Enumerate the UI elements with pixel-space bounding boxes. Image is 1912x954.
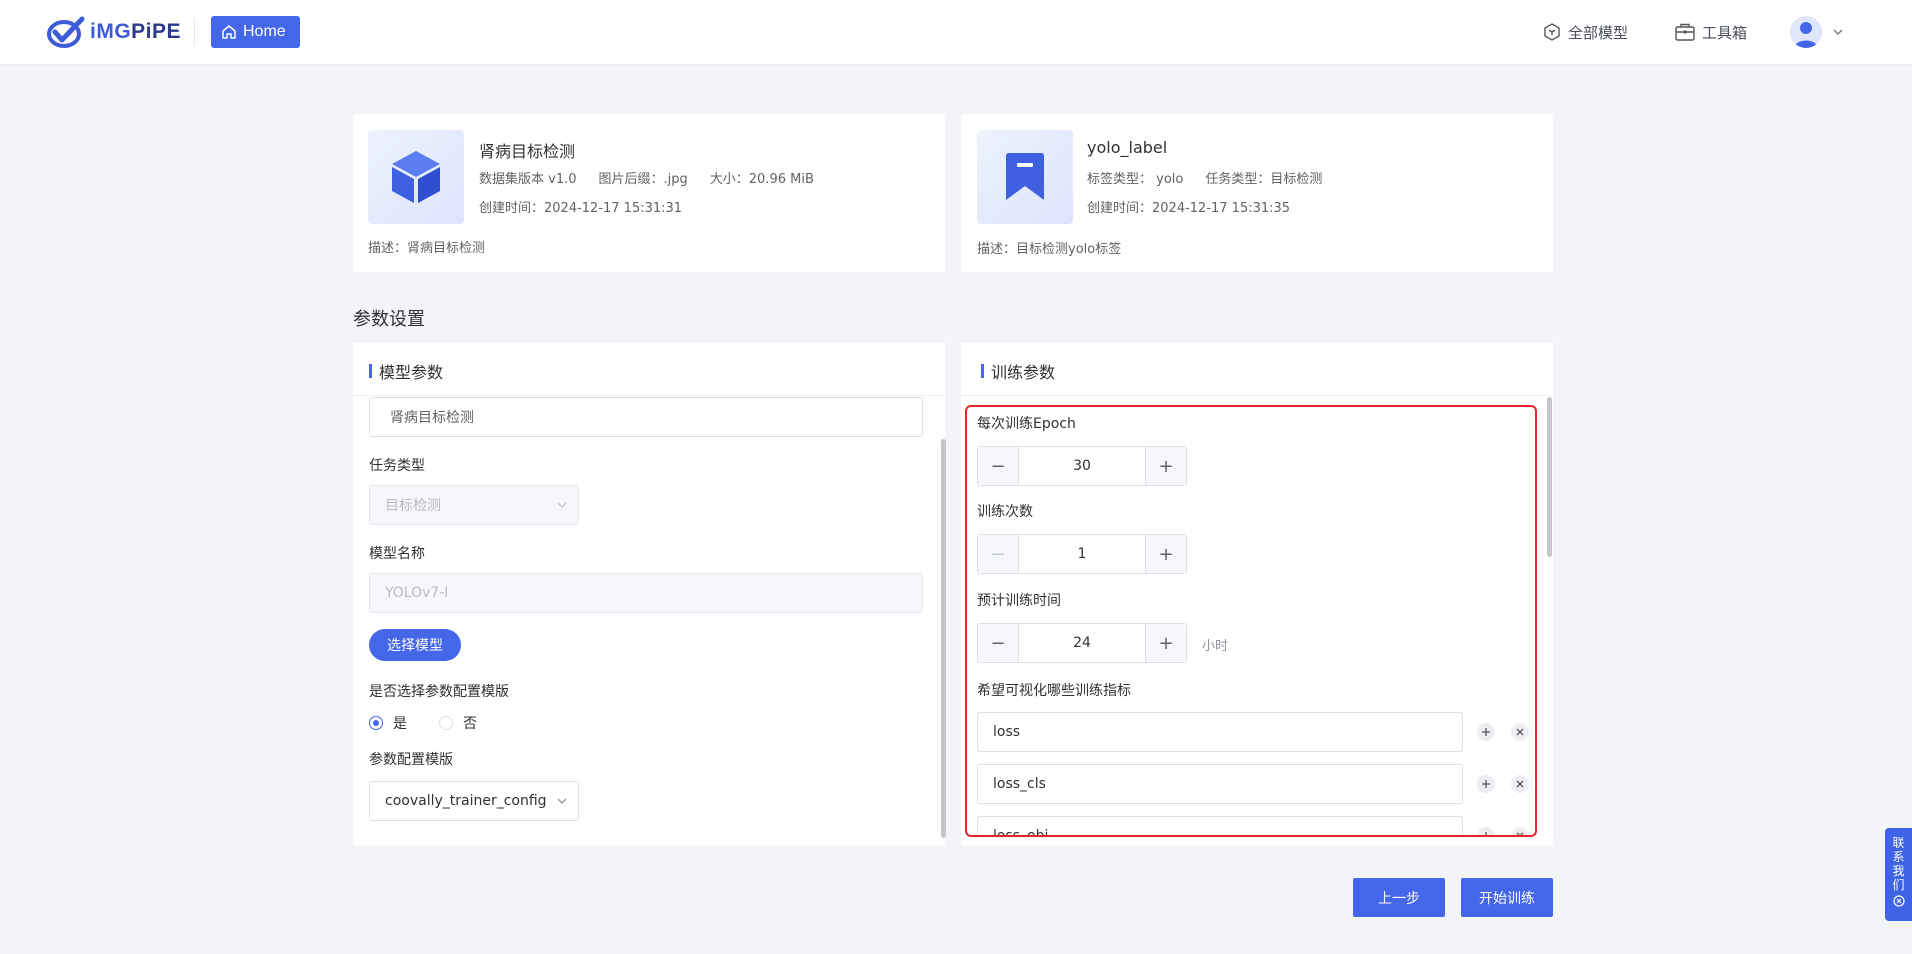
model-name-input[interactable]: 肾病目标检测	[369, 397, 923, 437]
logo-text: iMGPiPE	[90, 20, 182, 43]
contact-us-tab[interactable]: 联 系 我 们	[1885, 828, 1912, 921]
plus-icon[interactable]: +	[1145, 447, 1186, 485]
label-card: yolo_label 标签类型： yolo 任务类型：目标检测 创建时间：2024…	[961, 114, 1553, 272]
plus-icon[interactable]: +	[1145, 624, 1186, 662]
home-label: Home	[243, 23, 286, 40]
user-avatar[interactable]	[1790, 16, 1822, 48]
dataset-desc: 描述：肾病目标检测	[368, 241, 486, 256]
label-desc: 描述：目标检测yolo标签	[977, 242, 1122, 257]
dataset-card: 肾病目标检测 数据集版本 v1.0 图片后缀：.jpg 大小：20.96 MiB 创…	[353, 114, 945, 272]
radio-dot-checked	[369, 716, 383, 730]
plus-icon[interactable]: +	[1145, 535, 1186, 573]
task-type-label: 任务类型	[369, 458, 425, 474]
train-params-heading: 训练参数	[981, 359, 1055, 383]
section-title: 参数设置	[353, 309, 425, 330]
dataset-thumbnail	[368, 130, 464, 224]
label-created: 创建时间：2024-12-17 15:31:35	[1087, 201, 1291, 216]
minus-icon[interactable]: −	[978, 624, 1019, 662]
model-field[interactable]: YOLOv7-l	[369, 573, 923, 613]
model-params-panel: 模型参数 肾病目标检测 任务类型 目标检测 模型名称 YOLOv7-l 选择模型…	[353, 343, 946, 845]
time-unit: 小时	[1202, 639, 1229, 654]
toolbox-icon	[1675, 23, 1695, 41]
close-icon[interactable]	[1892, 895, 1905, 907]
home-button[interactable]: Home	[211, 16, 300, 48]
use-template-label: 是否选择参数配置模版	[369, 684, 509, 700]
dataset-title: 肾病目标检测	[479, 142, 576, 161]
time-stepper[interactable]: − 24 +	[977, 623, 1187, 663]
select-model-button[interactable]: 选择模型	[369, 629, 461, 661]
model-panel-scrollbar[interactable]	[941, 439, 946, 838]
model-label: 模型名称	[369, 546, 425, 562]
task-type-select[interactable]: 目标检测	[369, 485, 579, 525]
times-label: 训练次数	[977, 504, 1033, 520]
model-cube-icon	[1544, 23, 1560, 41]
metrics-label: 希望可视化哪些训练指标	[977, 683, 1131, 699]
remove-metric-icon[interactable]	[1511, 827, 1529, 836]
prev-step-button[interactable]: 上一步	[1353, 878, 1445, 917]
panel-divider	[353, 395, 945, 396]
chevron-down-icon	[557, 798, 567, 804]
minus-icon[interactable]: −	[978, 535, 1019, 573]
epoch-stepper[interactable]: − 30 +	[977, 446, 1187, 486]
top-header: iMGPiPE Home 全部模型 工具箱	[0, 0, 1912, 64]
template-select[interactable]: coovally_trainer_config	[369, 781, 579, 821]
logo-mark-icon	[47, 16, 85, 48]
train-params-content: 每次训练Epoch − 30 + 训练次数 − 1 + 预计训练时间 − 24 …	[960, 395, 1550, 836]
nav-toolbox[interactable]: 工具箱	[1674, 20, 1747, 44]
home-icon	[222, 25, 236, 39]
metric-input[interactable]: loss	[977, 712, 1463, 752]
metric-input[interactable]: loss_cls	[977, 764, 1463, 804]
bookmark-icon	[1006, 153, 1044, 200]
header-divider	[194, 18, 195, 46]
add-metric-icon[interactable]	[1477, 827, 1495, 836]
add-metric-icon[interactable]	[1477, 723, 1495, 741]
epoch-label: 每次训练Epoch	[977, 416, 1076, 432]
imgpipe-logo[interactable]: iMGPiPE	[46, 15, 181, 49]
metric-input[interactable]: loss_obj	[977, 816, 1463, 836]
radio-dot	[439, 716, 453, 730]
remove-metric-icon[interactable]	[1511, 723, 1529, 741]
label-title: yolo_label	[1087, 138, 1168, 157]
times-stepper[interactable]: − 1 +	[977, 534, 1187, 574]
time-label: 预计训练时间	[977, 593, 1061, 609]
cube-icon	[392, 151, 440, 203]
user-icon	[1794, 22, 1818, 48]
start-training-button[interactable]: 开始训练	[1461, 878, 1553, 917]
nav-all-models[interactable]: 全部模型	[1542, 20, 1628, 44]
radio-yes[interactable]: 是	[369, 713, 407, 733]
minus-icon[interactable]: −	[978, 447, 1019, 485]
chevron-down-icon[interactable]	[1832, 26, 1844, 38]
chevron-down-icon	[557, 502, 567, 508]
dataset-created: 创建时间：2024-12-17 15:31:31	[479, 201, 683, 216]
add-metric-icon[interactable]	[1477, 775, 1495, 793]
model-params-heading: 模型参数	[369, 359, 443, 383]
label-thumbnail	[977, 130, 1073, 224]
template-label: 参数配置模版	[369, 752, 453, 768]
dataset-meta: 数据集版本 v1.0 图片后缀：.jpg 大小：20.96 MiB	[479, 172, 814, 187]
radio-no[interactable]: 否	[439, 713, 477, 733]
label-meta: 标签类型： yolo 任务类型：目标检测	[1087, 172, 1323, 187]
remove-metric-icon[interactable]	[1511, 775, 1529, 793]
